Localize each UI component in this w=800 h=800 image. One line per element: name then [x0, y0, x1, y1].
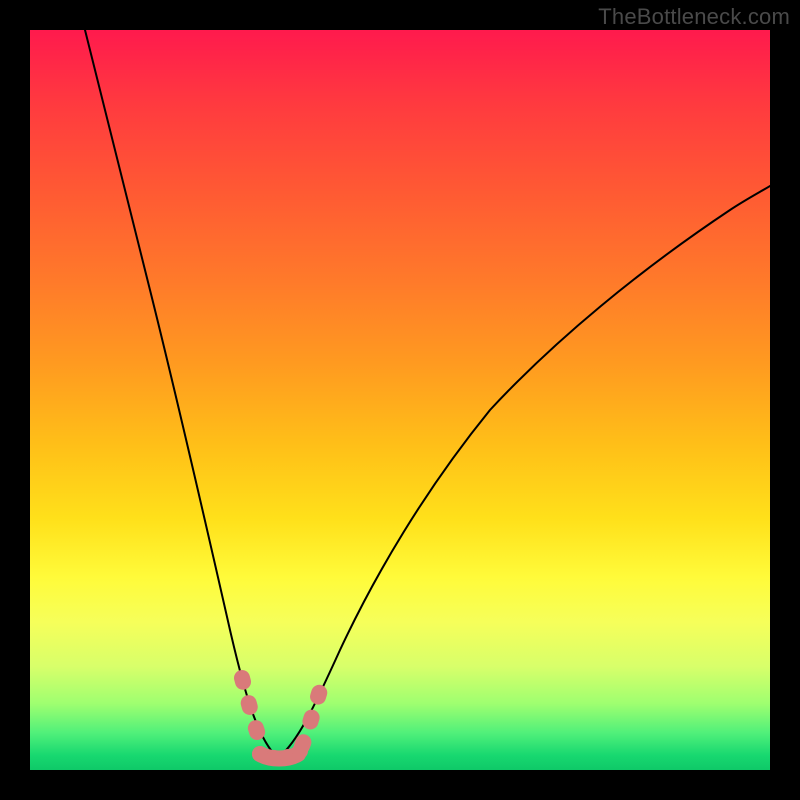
bead-dot	[266, 750, 282, 766]
chart-frame: TheBottleneck.com	[0, 0, 800, 800]
plot-area	[30, 30, 770, 770]
watermark-text: TheBottleneck.com	[598, 4, 790, 30]
beads-left	[242, 678, 262, 746]
bead-dot	[252, 746, 268, 762]
curve-svg	[30, 30, 770, 770]
bottleneck-curve	[85, 30, 770, 758]
beads-right	[302, 678, 324, 746]
